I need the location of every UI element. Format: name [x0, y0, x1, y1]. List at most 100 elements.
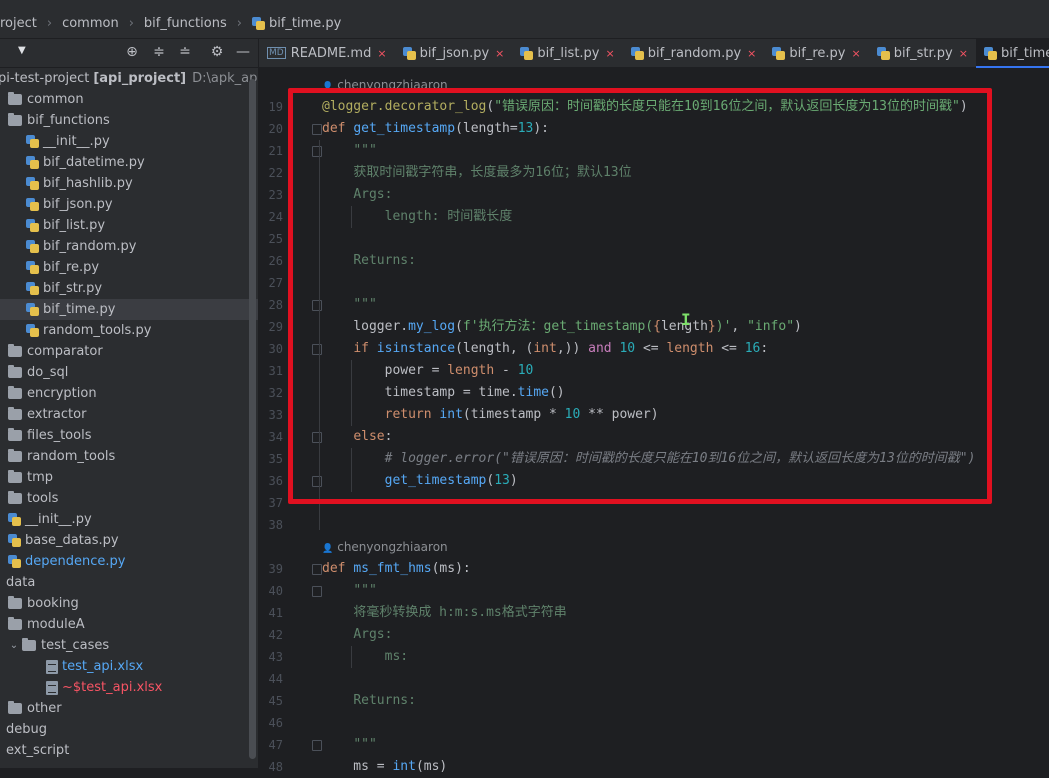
tree-item[interactable]: booking: [0, 593, 258, 614]
tree-item[interactable]: random_tools.py: [0, 320, 258, 341]
line-number[interactable]: 43: [253, 650, 283, 664]
tree-item[interactable]: debug: [0, 719, 256, 740]
locate-icon[interactable]: ⊕: [124, 44, 140, 60]
tree-item[interactable]: bif_datetime.py: [0, 152, 258, 173]
close-icon[interactable]: ×: [747, 47, 756, 60]
tree-item[interactable]: bif_time.py: [0, 299, 258, 320]
line-number[interactable]: 31: [253, 364, 283, 378]
tree-item[interactable]: dependence.py: [0, 551, 258, 572]
expand-all-icon[interactable]: ≑: [151, 44, 167, 60]
tree-item[interactable]: __init__.py: [0, 509, 258, 530]
python-file-icon: [8, 534, 21, 547]
editor-tab[interactable]: bif_str.py ×: [869, 39, 976, 67]
tree-item[interactable]: common: [0, 89, 258, 110]
tree-item[interactable]: ⌄ test_cases: [0, 635, 258, 656]
line-number[interactable]: 45: [253, 694, 283, 708]
tree-item-label: ext_script: [6, 743, 70, 758]
editor-tab[interactable]: bif_random.py ×: [623, 39, 765, 67]
line-number[interactable]: 47: [253, 738, 283, 752]
line-number[interactable]: 24: [253, 210, 283, 224]
tree-item[interactable]: do_sql: [0, 362, 258, 383]
tree-item[interactable]: bif_random.py: [0, 236, 258, 257]
spreadsheet-file-icon: [46, 659, 58, 674]
tree-item[interactable]: files_tools: [0, 425, 258, 446]
line-number[interactable]: 26: [253, 254, 283, 268]
tree-item[interactable]: base_datas.py: [0, 530, 258, 551]
line-number[interactable]: 20: [253, 122, 283, 136]
line-number[interactable]: 35: [253, 452, 283, 466]
line-number[interactable]: 34: [253, 430, 283, 444]
line-number[interactable]: 40: [253, 584, 283, 598]
tree-item[interactable]: __init__.py: [0, 131, 258, 152]
fold-marker-icon[interactable]: [312, 740, 322, 751]
editor-tab[interactable]: bif_json.py ×: [395, 39, 513, 67]
gear-icon[interactable]: ⚙: [209, 44, 225, 60]
line-number[interactable]: 48: [253, 760, 283, 774]
tree-item[interactable]: tmp: [0, 467, 258, 488]
close-icon[interactable]: ×: [606, 47, 615, 60]
tree-item[interactable]: tools: [0, 488, 258, 509]
line-number[interactable]: 33: [253, 408, 283, 422]
breadcrumb-common[interactable]: common: [56, 16, 125, 31]
tree-item[interactable]: bif_hashlib.py: [0, 173, 258, 194]
line-number[interactable]: 22: [253, 166, 283, 180]
line-number[interactable]: 30: [253, 342, 283, 356]
line-number[interactable]: 41: [253, 606, 283, 620]
python-file-icon: [251, 16, 265, 30]
tree-item[interactable]: encryption: [0, 383, 258, 404]
line-number[interactable]: 19: [253, 100, 283, 114]
editor-tab[interactable]: MD README.md ×: [259, 39, 395, 67]
close-icon[interactable]: ×: [959, 47, 968, 60]
close-icon[interactable]: ×: [495, 47, 504, 60]
breadcrumb: roject › common › bif_functions › bif_ti…: [0, 8, 1049, 39]
project-root[interactable]: pi-test-project [api_project] D:\apk_api…: [0, 67, 258, 89]
close-icon[interactable]: ×: [851, 47, 860, 60]
breadcrumb-bif-functions[interactable]: bif_functions: [138, 16, 233, 31]
tree-item[interactable]: ext_script: [0, 740, 256, 761]
code-author-hint[interactable]: chenyongzhiaaron: [322, 540, 447, 554]
line-number[interactable]: 21: [253, 144, 283, 158]
editor-tab[interactable]: bif_time.py×: [975, 39, 1049, 68]
line-number[interactable]: 42: [253, 628, 283, 642]
line-number[interactable]: 44: [253, 672, 283, 686]
close-icon[interactable]: ×: [377, 47, 386, 60]
editor-tab[interactable]: bif_list.py ×: [512, 39, 622, 67]
tree-item[interactable]: comparator: [0, 341, 258, 362]
editor-tab[interactable]: bif_re.py ×: [764, 39, 868, 67]
line-number[interactable]: 38: [253, 518, 283, 532]
tree-item[interactable]: test_api.xlsx: [0, 656, 258, 677]
fold-marker-icon[interactable]: [312, 564, 322, 575]
tree-item-label: dependence.py: [25, 554, 126, 569]
breadcrumb-project[interactable]: roject: [0, 16, 43, 31]
python-file-icon: [26, 324, 39, 337]
tree-item[interactable]: random_tools: [0, 446, 258, 467]
collapse-all-icon[interactable]: ≐: [177, 44, 193, 60]
fold-marker-icon[interactable]: [312, 586, 322, 597]
line-number[interactable]: 27: [253, 276, 283, 290]
chevron-down-icon[interactable]: ⌄: [8, 640, 20, 651]
tree-item[interactable]: moduleA: [0, 614, 258, 635]
tree-item[interactable]: bif_re.py: [0, 257, 258, 278]
line-number[interactable]: 37: [253, 496, 283, 510]
tree-item[interactable]: extractor: [0, 404, 258, 425]
tree-item[interactable]: bif_str.py: [0, 278, 258, 299]
tree-item[interactable]: bif_list.py: [0, 215, 258, 236]
chevron-down-icon[interactable]: ▼: [18, 45, 26, 56]
tree-item[interactable]: data: [0, 572, 256, 593]
line-number[interactable]: 23: [253, 188, 283, 202]
line-number[interactable]: 39: [253, 562, 283, 576]
line-number[interactable]: 28: [253, 298, 283, 312]
line-number[interactable]: 46: [253, 716, 283, 730]
tree-item[interactable]: other: [0, 698, 258, 719]
tree-item[interactable]: bif_json.py: [0, 194, 258, 215]
editor-tab-label: bif_str.py: [893, 45, 953, 61]
line-number[interactable]: 32: [253, 386, 283, 400]
python-file-icon: [26, 156, 39, 169]
line-number[interactable]: 36: [253, 474, 283, 488]
tree-item[interactable]: bif_functions: [0, 110, 258, 131]
breadcrumb-file[interactable]: bif_time.py: [246, 16, 347, 31]
line-number[interactable]: 29: [253, 320, 283, 334]
line-number[interactable]: 25: [253, 232, 283, 246]
tree-item[interactable]: ~$test_api.xlsx: [0, 677, 258, 698]
hide-icon[interactable]: —: [235, 44, 251, 60]
